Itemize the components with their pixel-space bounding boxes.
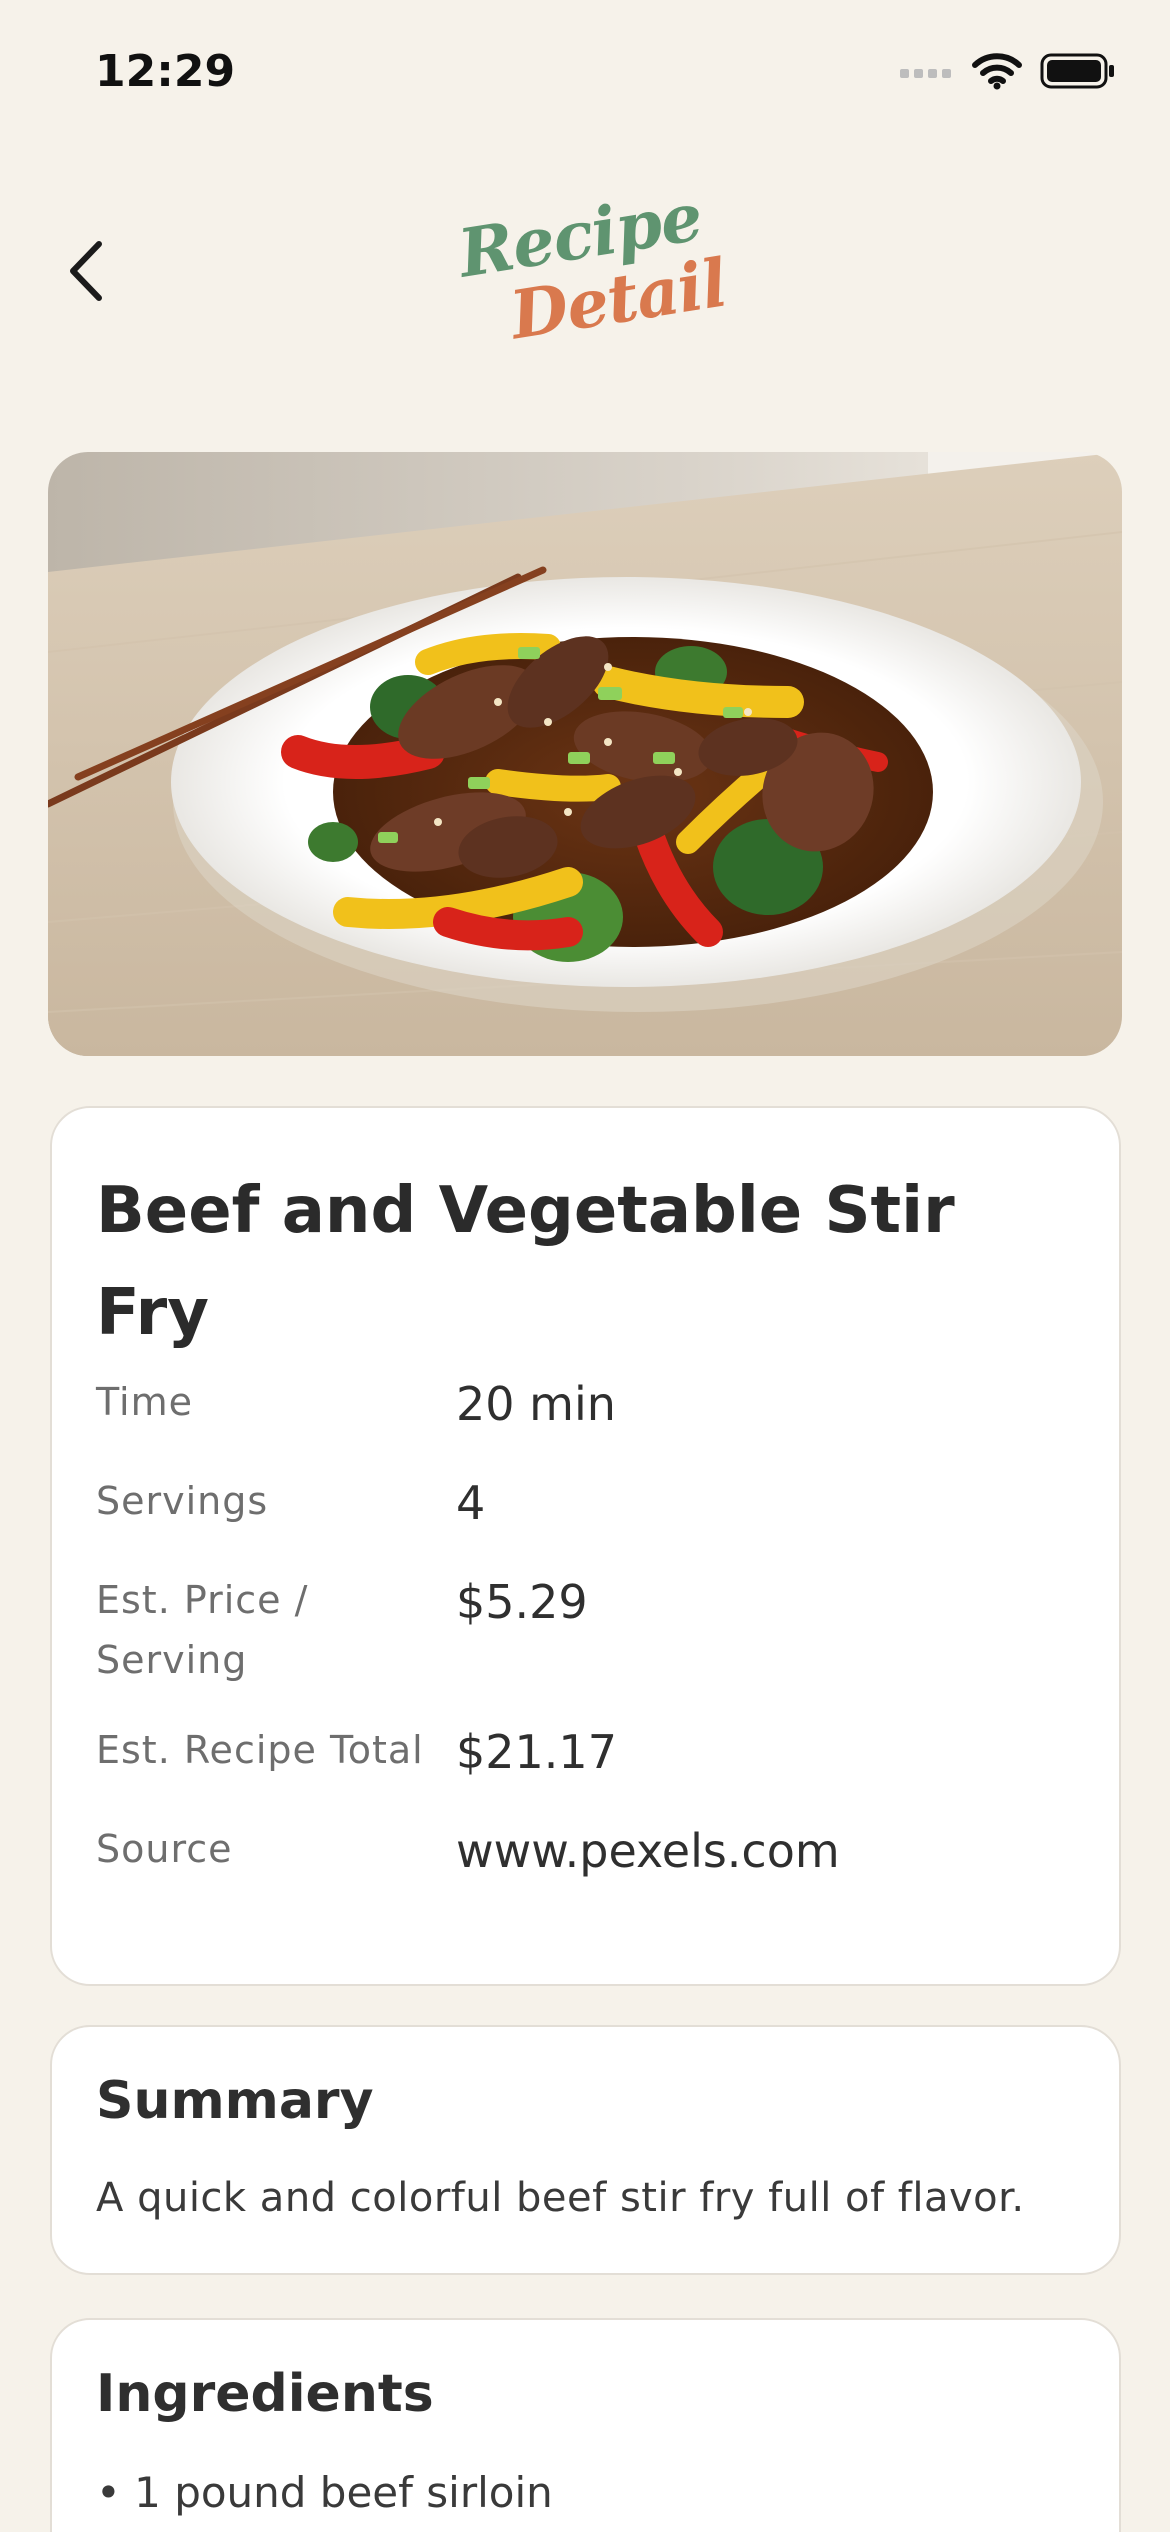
wifi-icon — [972, 52, 1022, 95]
status-bar: 12:29 — [0, 0, 1170, 150]
recipe-details-card: Beef and Vegetable Stir Fry Time 20 min … — [50, 1106, 1121, 1986]
source-link[interactable]: www.pexels.com — [456, 1821, 840, 1881]
status-time: 12:29 — [95, 46, 236, 97]
ingredients-card: Ingredients • 1 pound beef sirloin — [50, 2318, 1121, 2532]
recipe-hero-image — [48, 452, 1122, 1056]
summary-heading: Summary — [96, 2071, 374, 2131]
recipe-detail-screen: 12:29 Recipe Detail Beef and Vegetable S… — [0, 0, 1170, 2532]
detail-label: Source — [96, 1827, 233, 1871]
detail-value: 20 min — [456, 1377, 616, 1431]
detail-label: Est. Price / Serving — [96, 1578, 309, 1682]
recipe-title: Beef and Vegetable Stir Fry — [96, 1174, 955, 1350]
ingredients-heading: Ingredients — [96, 2364, 434, 2424]
cellular-signal-icon — [898, 61, 954, 86]
summary-card: Summary A quick and colorful beef stir f… — [50, 2025, 1121, 2275]
battery-icon — [1040, 52, 1116, 95]
summary-text: A quick and colorful beef stir fry full … — [96, 2175, 1025, 2221]
detail-value: 4 — [456, 1476, 486, 1530]
chevron-left-icon — [70, 241, 102, 301]
detail-value: $21.17 — [456, 1725, 617, 1779]
app-logo: Recipe Detail — [430, 177, 740, 360]
detail-label: Est. Recipe Total — [96, 1728, 424, 1772]
detail-label: Time — [96, 1380, 193, 1424]
back-button[interactable] — [55, 236, 115, 306]
status-icons — [898, 52, 1116, 95]
detail-label: Servings — [96, 1479, 269, 1523]
detail-value: $5.29 — [456, 1575, 588, 1629]
ingredient-item: • 1 pound beef sirloin — [96, 2468, 553, 2517]
